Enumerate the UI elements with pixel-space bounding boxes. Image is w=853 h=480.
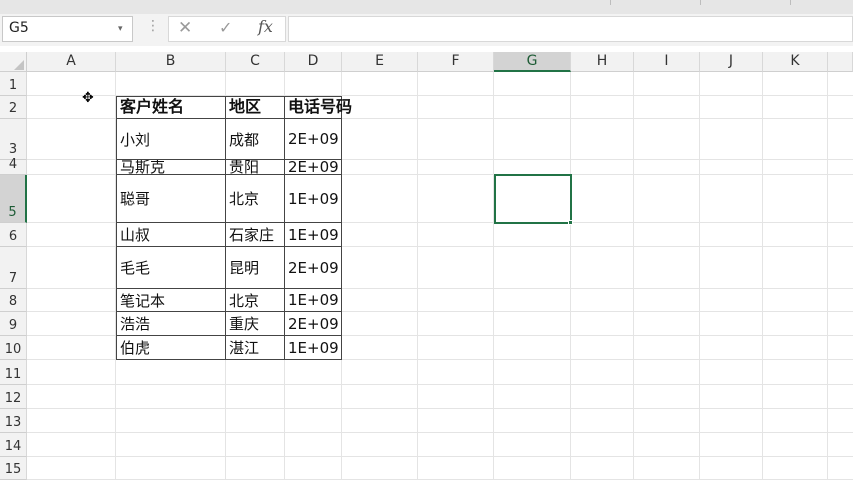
table-cell[interactable]: 聪哥 <box>116 175 226 223</box>
table-cell[interactable]: 重庆 <box>226 312 285 336</box>
row-header-6[interactable]: 6 <box>0 223 27 247</box>
table-cell[interactable]: 昆明 <box>226 247 285 289</box>
column-header-d[interactable]: D <box>285 52 342 72</box>
table-cell[interactable]: 1E+09 <box>285 223 342 247</box>
column-header-b[interactable]: B <box>116 52 226 72</box>
spreadsheet-grid[interactable]: A B C D E F G H I J K 1 2 3 4 5 6 7 8 9 10 11 12 13 14 15 客户姓名 地区 电话… <box>0 0 853 480</box>
gridline <box>699 72 700 480</box>
row-header-3[interactable]: 3 <box>0 119 27 160</box>
row-header-14[interactable]: 14 <box>0 433 27 457</box>
table-cell[interactable]: 1E+09 <box>285 289 342 312</box>
table-cell[interactable]: 北京 <box>226 289 285 312</box>
table-cell[interactable]: 1E+09 <box>285 336 342 360</box>
table-cell[interactable]: 毛毛 <box>116 247 226 289</box>
row-header-9[interactable]: 9 <box>0 312 27 336</box>
row-header-2[interactable]: 2 <box>0 96 27 119</box>
table-cell[interactable]: 2E+09 <box>285 119 342 160</box>
table-cell[interactable]: 马斯克 <box>116 160 226 175</box>
row-header-10[interactable]: 10 <box>0 336 27 360</box>
gridline <box>827 72 828 480</box>
table-cell[interactable]: 成都 <box>226 119 285 160</box>
cell-cursor-icon: ✥ <box>82 90 94 106</box>
row-header-12[interactable]: 12 <box>0 385 27 409</box>
table-cell[interactable]: 2E+09 <box>285 160 342 175</box>
selected-cell-box[interactable] <box>494 174 572 224</box>
row-header-11[interactable]: 11 <box>0 360 27 385</box>
gridline <box>633 72 634 480</box>
row-header-8[interactable]: 8 <box>0 289 27 312</box>
table-header-cell[interactable]: 地区 <box>226 96 285 119</box>
table-cell[interactable]: 1E+09 <box>285 175 342 223</box>
table-cell[interactable]: 湛江 <box>226 336 285 360</box>
select-all-triangle-icon <box>14 60 24 70</box>
table-cell[interactable]: 2E+09 <box>285 247 342 289</box>
table-cell[interactable]: 小刘 <box>116 119 226 160</box>
gridline <box>27 384 853 385</box>
table-cell[interactable]: 石家庄 <box>226 223 285 247</box>
gridline <box>27 456 853 457</box>
row-header-4[interactable]: 4 <box>0 157 27 175</box>
gridline <box>27 432 853 433</box>
gridline <box>417 72 418 480</box>
column-header-h[interactable]: H <box>571 52 634 72</box>
column-header-f[interactable]: F <box>418 52 494 72</box>
table-header-cell[interactable]: 电话号码 <box>285 96 352 119</box>
table-cell[interactable]: 笔记本 <box>116 289 226 312</box>
column-header-k[interactable]: K <box>763 52 828 72</box>
column-header-g[interactable]: G <box>494 52 571 72</box>
row-header-13[interactable]: 13 <box>0 409 27 433</box>
table-cell[interactable]: 伯虎 <box>116 336 226 360</box>
gridline <box>493 72 494 480</box>
table-header-cell[interactable]: 客户姓名 <box>116 96 226 119</box>
row-header-1[interactable]: 1 <box>0 72 27 96</box>
row-header-7[interactable]: 7 <box>0 247 27 289</box>
column-header-c[interactable]: C <box>226 52 285 72</box>
column-header-j[interactable]: J <box>700 52 763 72</box>
table-cell[interactable]: 北京 <box>226 175 285 223</box>
table-cell[interactable]: 2E+09 <box>285 312 342 336</box>
row-header-5[interactable]: 5 <box>0 175 27 223</box>
table-cell[interactable]: 山叔 <box>116 223 226 247</box>
table-cell[interactable]: 浩浩 <box>116 312 226 336</box>
column-header-a[interactable]: A <box>27 52 116 72</box>
gridline <box>762 72 763 480</box>
gridline <box>570 72 571 480</box>
gridline <box>27 408 853 409</box>
column-header-i[interactable]: I <box>634 52 700 72</box>
table-cell[interactable]: 贵阳 <box>226 160 285 175</box>
fill-handle[interactable] <box>568 220 573 225</box>
column-header-extra[interactable] <box>828 52 853 72</box>
column-header-e[interactable]: E <box>342 52 418 72</box>
row-header-15[interactable]: 15 <box>0 457 27 480</box>
